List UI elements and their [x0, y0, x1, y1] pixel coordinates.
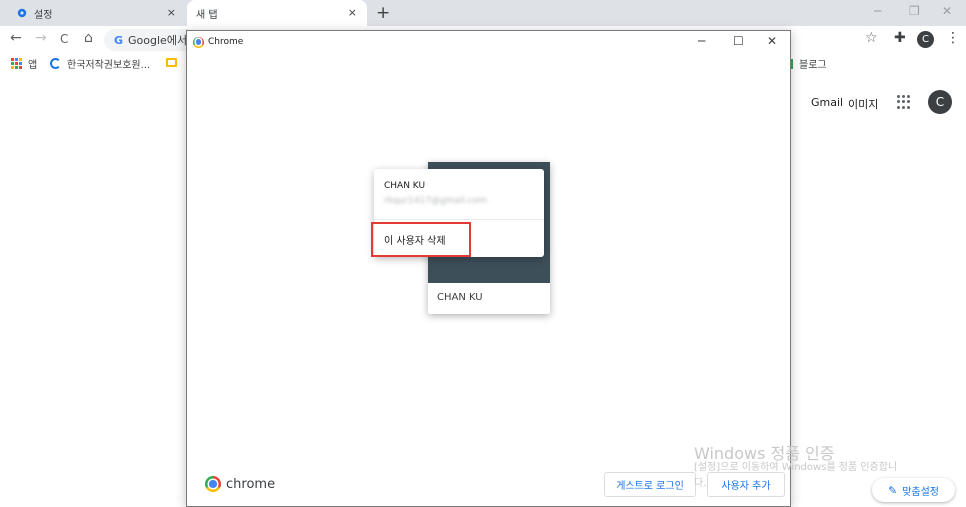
maximize-icon[interactable]: ☐ — [733, 34, 744, 48]
menu-user-email: rkqur1417@gmail.com — [384, 196, 488, 206]
brand-text: chrome — [226, 476, 276, 492]
bookmark-label: 한국저작권보호원... — [67, 60, 151, 71]
site-favicon-icon — [50, 58, 61, 69]
window-title-bar: Chrome ─ ☐ ✕ — [187, 31, 790, 53]
activation-watermark-text: [설정]으로 이동하여 Windows를 정품 인증합니 다. — [694, 460, 897, 492]
pencil-icon: ✎ — [887, 483, 898, 497]
bookmark-star-icon[interactable]: ☆ — [865, 30, 878, 46]
google-apps-icon[interactable] — [897, 95, 911, 109]
forward-arrow-icon[interactable]: → — [35, 30, 47, 46]
home-icon[interactable]: ⌂ — [84, 30, 93, 46]
watermark-line: [설정]으로 이동하여 Windows를 정품 인증합니 — [694, 462, 898, 473]
restore-window-icon[interactable]: ❐ — [909, 4, 920, 18]
close-window-icon[interactable]: ✕ — [942, 4, 952, 18]
account-avatar[interactable]: C — [928, 90, 952, 114]
customize-label: 맞춤설정 — [902, 486, 940, 498]
minimize-window-icon[interactable]: ─ — [874, 4, 881, 18]
tab-label: 설정 — [34, 9, 53, 21]
bookmark-apps[interactable]: 앱 — [11, 56, 37, 71]
tab-settings[interactable]: 설정 × — [0, 0, 186, 26]
chrome-logo-icon — [193, 36, 204, 48]
more-menu-icon[interactable]: ⋮ — [946, 30, 960, 46]
watermark-line: 다. — [694, 478, 707, 489]
close-tab-icon[interactable]: × — [167, 6, 176, 19]
back-arrow-icon[interactable]: ← — [10, 30, 22, 46]
highlight-box — [371, 222, 471, 257]
address-bar-text: Google에서 — [128, 34, 188, 47]
tab-label: 새 탭 — [196, 9, 218, 21]
window-title: Chrome — [208, 37, 244, 47]
minimize-icon[interactable]: ─ — [698, 34, 705, 48]
chrome-brand: chrome — [205, 476, 275, 492]
chrome-logo-icon — [205, 476, 221, 492]
reload-icon[interactable]: C — [60, 32, 68, 46]
guest-login-label: 게스트로 로그인 — [616, 481, 684, 492]
folder-icon[interactable] — [166, 58, 177, 67]
tab-strip: 설정 × 새 탭 × + ─ ❐ ✕ — [0, 0, 966, 26]
address-bar[interactable]: G Google에서 — [104, 29, 190, 51]
tab-new-tab[interactable]: 새 탭 × — [187, 0, 367, 26]
bookmark-label: 앱 — [28, 60, 38, 71]
apps-grid-icon — [11, 58, 22, 69]
extensions-puzzle-icon[interactable]: ✚ — [894, 30, 906, 46]
bookmark-label: 블로그 — [799, 60, 827, 71]
google-g-icon: G — [114, 33, 124, 47]
bookmark-copyright[interactable]: 한국저작권보호원... — [50, 56, 150, 71]
images-link[interactable]: 이미지 — [848, 96, 878, 112]
profile-manager-window: Chrome ─ ☐ ✕ CHAN KU CHAN KU rkqur1417@g… — [186, 30, 791, 507]
new-tab-button[interactable]: + — [376, 3, 390, 23]
gmail-link[interactable]: Gmail — [811, 96, 843, 109]
menu-divider — [374, 219, 544, 220]
bookmark-blog[interactable]: 블로그 — [789, 56, 827, 71]
close-icon[interactable]: ✕ — [767, 34, 777, 48]
gear-icon — [17, 8, 27, 18]
menu-user-name: CHAN KU — [384, 181, 426, 191]
user-card-name: CHAN KU — [437, 292, 483, 303]
close-tab-icon[interactable]: × — [348, 6, 357, 19]
profile-avatar[interactable]: C — [917, 31, 934, 48]
customize-button[interactable]: ✎ 맞춤설정 — [872, 478, 955, 502]
guest-login-button[interactable]: 게스트로 로그인 — [604, 472, 696, 497]
